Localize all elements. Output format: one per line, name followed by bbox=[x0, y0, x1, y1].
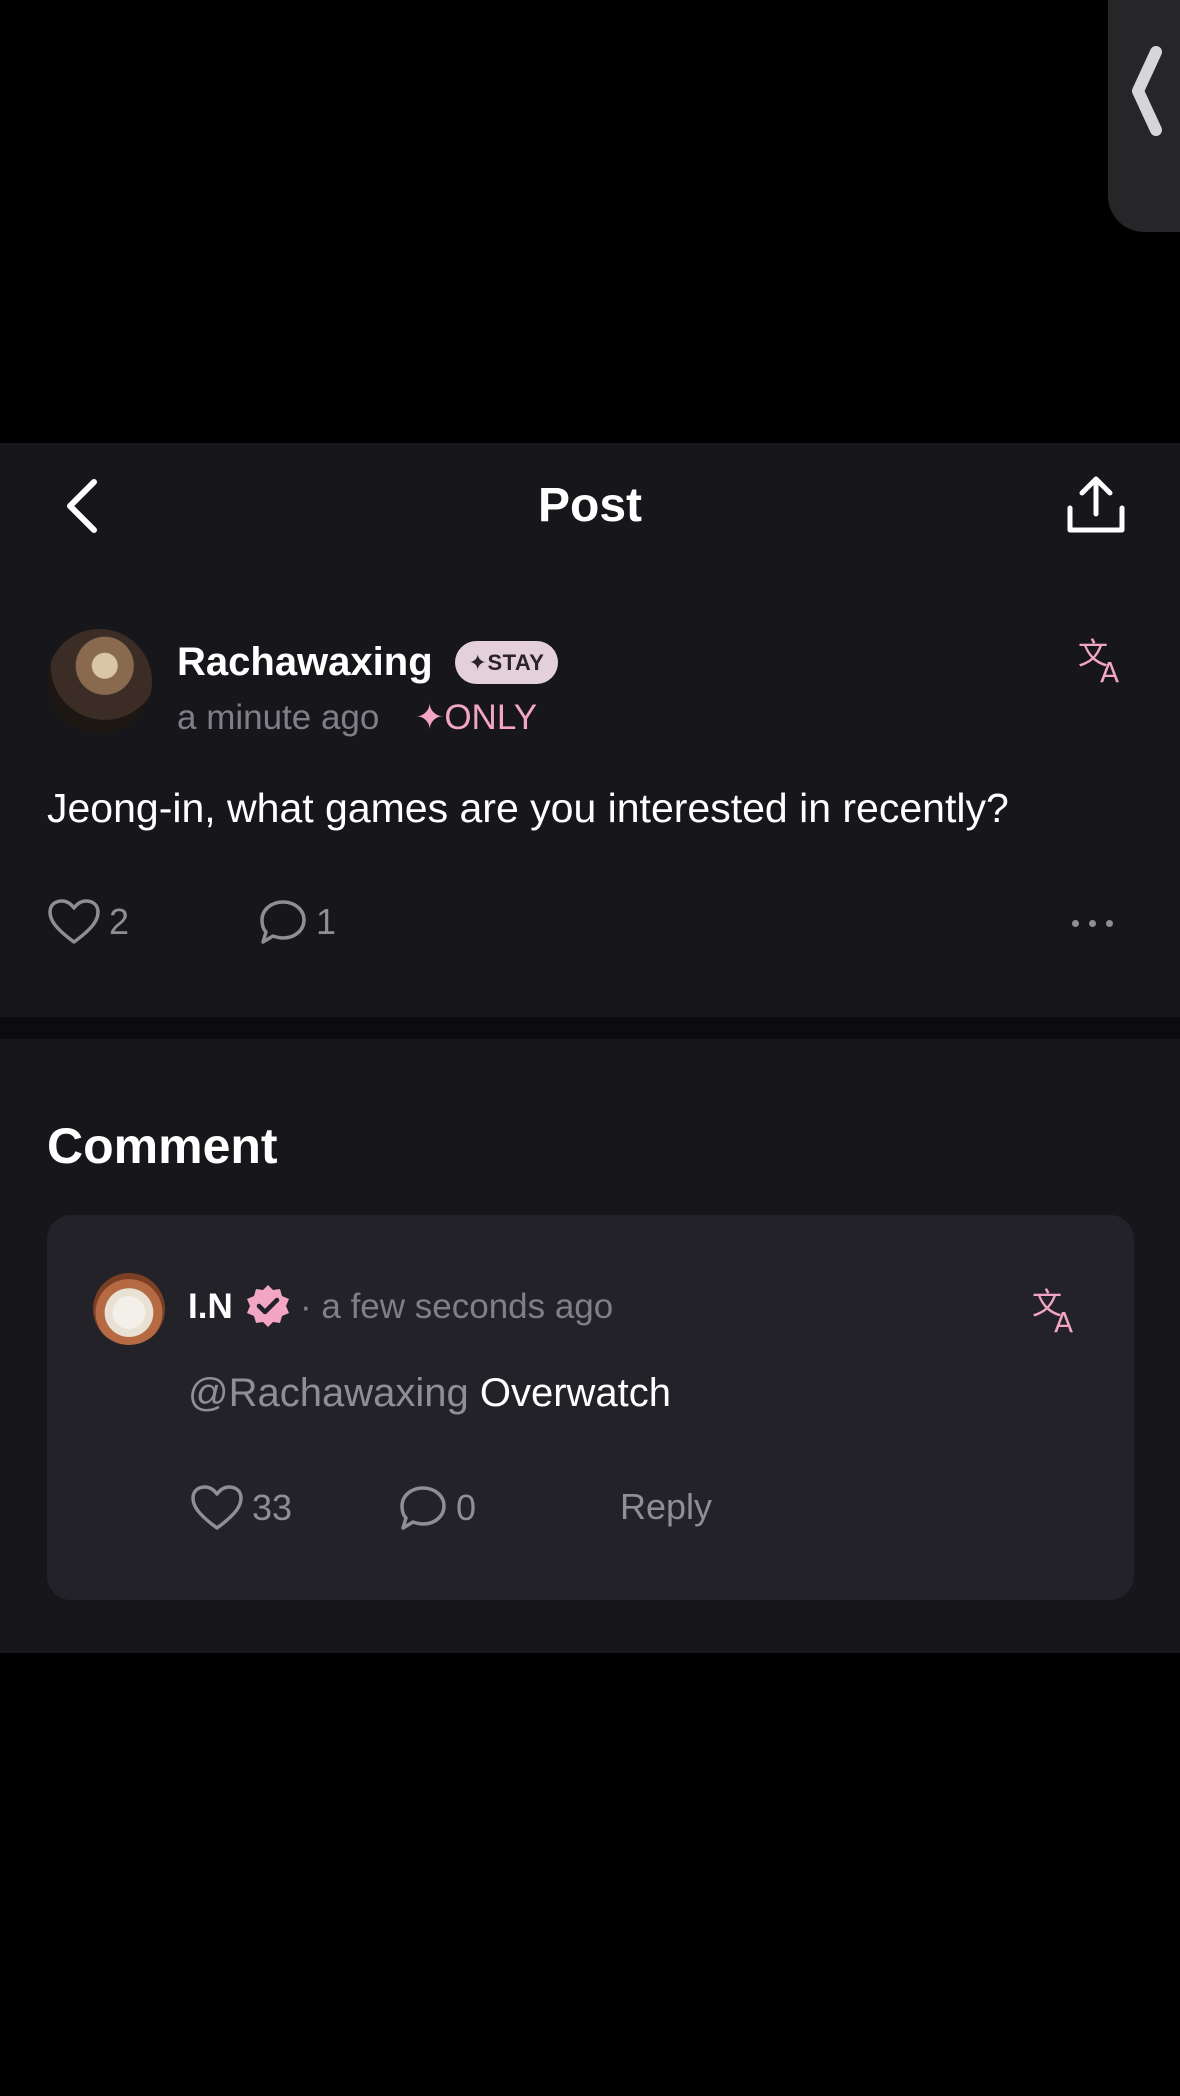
share-icon bbox=[1067, 476, 1125, 533]
verified-icon bbox=[244, 1283, 292, 1331]
side-drawer-handle[interactable] bbox=[1108, 0, 1180, 232]
svg-text:A: A bbox=[1054, 1306, 1073, 1334]
mention-link[interactable]: @Rachawaxing bbox=[188, 1371, 469, 1415]
back-icon bbox=[67, 479, 97, 533]
more-options-button[interactable] bbox=[1072, 908, 1122, 938]
avatar[interactable] bbox=[47, 629, 152, 734]
comment-icon bbox=[260, 900, 306, 944]
comment-avatar[interactable] bbox=[93, 1273, 165, 1345]
like-button[interactable]: 2 bbox=[47, 898, 129, 946]
side-tab-chevron-icon bbox=[1132, 46, 1162, 136]
post-body: Jeong-in, what games are you interested … bbox=[47, 785, 1009, 831]
reply-button[interactable]: Reply bbox=[620, 1484, 712, 1530]
section-divider bbox=[0, 1017, 1180, 1039]
like-count: 2 bbox=[109, 901, 130, 942]
heart-icon bbox=[191, 1485, 243, 1530]
comments-heading: Comment bbox=[47, 1118, 278, 1174]
only-label: ✦ONLY bbox=[415, 698, 538, 737]
membership-badge: ✦STAY bbox=[455, 641, 558, 684]
back-button[interactable] bbox=[62, 478, 102, 534]
heart-icon bbox=[48, 899, 100, 944]
translate-icon: 文 A bbox=[1032, 1287, 1073, 1339]
comment-timestamp: · a few seconds ago bbox=[300, 1287, 614, 1326]
comment-author-name[interactable]: I.N bbox=[188, 1284, 233, 1330]
comment-like-button[interactable]: 33 bbox=[190, 1484, 292, 1532]
comment-count: 1 bbox=[316, 901, 337, 942]
comment-text: Overwatch bbox=[468, 1371, 672, 1415]
comment-reply-count: 0 bbox=[456, 1487, 477, 1528]
post-author-name[interactable]: Rachawaxing bbox=[177, 637, 433, 687]
translate-icon: 文 A bbox=[1078, 637, 1119, 689]
share-button[interactable] bbox=[1064, 474, 1128, 538]
comment-like-count: 33 bbox=[252, 1487, 293, 1528]
comment-icon bbox=[400, 1486, 446, 1530]
post-timestamp: a minute ago bbox=[177, 698, 380, 737]
comment-button[interactable]: 1 bbox=[258, 898, 336, 946]
comment-body: @Rachawaxing Overwatch bbox=[188, 1368, 671, 1418]
svg-text:A: A bbox=[1100, 656, 1119, 684]
more-icon bbox=[1072, 919, 1079, 927]
comment-translate-button[interactable]: 文 A bbox=[1032, 1284, 1082, 1339]
translate-button[interactable]: 文 A bbox=[1078, 634, 1128, 689]
comment-replies-button[interactable]: 0 bbox=[398, 1484, 476, 1532]
page-title: Post bbox=[537, 479, 642, 532]
